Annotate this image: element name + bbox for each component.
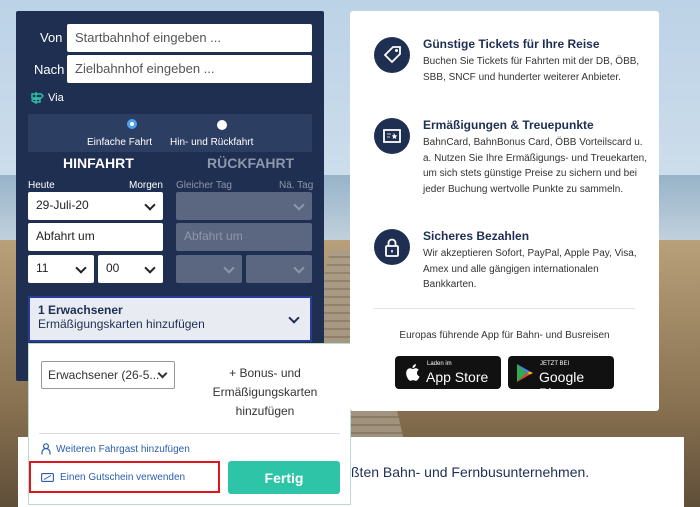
google-play-small-text: JETZT BEI — [540, 361, 570, 367]
today-link[interactable]: Heute — [28, 180, 55, 191]
divider — [39, 433, 340, 434]
chevron-down-icon — [223, 262, 235, 274]
feature-text: Buchen Sie Tickets für Fahrten mit der D… — [423, 56, 640, 83]
one-way-radio[interactable] — [127, 119, 137, 129]
divider — [374, 308, 635, 309]
trip-type-selector: Einfache Fahrt Hin- und Rückfahrt — [28, 114, 312, 152]
from-label: Von — [40, 30, 63, 45]
google-play-label: Google Play — [539, 369, 585, 401]
outbound-title: HINFAHRT — [63, 155, 134, 171]
tomorrow-link[interactable]: Morgen — [129, 180, 163, 191]
bottom-banner-text: ßten Bahn- und Fernbusunternehmen. — [351, 464, 590, 480]
chevron-down-icon — [144, 199, 156, 211]
to-label: Nach — [34, 62, 65, 77]
discount-card-icon — [374, 118, 410, 154]
use-voucher-link[interactable]: Einen Gutschein verwenden — [29, 461, 220, 493]
feature-text: BahnCard, BahnBonus Card, ÖBB Vorteilsca… — [423, 137, 648, 195]
return-minute-select — [246, 255, 312, 283]
same-day-link: Gleicher Tag — [176, 180, 232, 191]
ticket-tag-icon — [374, 37, 410, 73]
via-toggle[interactable]: Via — [30, 91, 64, 105]
outbound-minute-value: 00 — [106, 261, 120, 275]
outbound-minute-select[interactable]: 00 — [98, 255, 163, 283]
google-play-button[interactable]: JETZT BEI Google Play — [508, 356, 614, 401]
app-store-small-text: Laden im — [427, 361, 452, 367]
chevron-down-icon — [293, 262, 305, 274]
feature-title: Sicheres Bezahlen — [423, 229, 530, 243]
outbound-hour-value: 11 — [36, 261, 49, 275]
return-mode-value: Abfahrt um — [184, 229, 243, 243]
apple-icon — [406, 364, 420, 381]
from-station-input[interactable]: Startbahnhof eingeben ... — [67, 24, 312, 52]
passenger-type-select[interactable]: Erwachsener (26-5... — [41, 361, 175, 389]
done-button[interactable]: Fertig — [228, 461, 340, 494]
chevron-down-icon — [75, 262, 87, 274]
chevron-down-icon — [144, 262, 156, 274]
next-day-link: Nä. Tag — [279, 180, 314, 191]
return-hour-select — [176, 255, 242, 283]
app-caption: Europas führende App für Bahn- und Busre… — [399, 330, 610, 341]
outbound-date-select[interactable]: 29-Juli-20 — [28, 192, 163, 220]
outbound-date-value: 29-Juli-20 — [36, 198, 89, 212]
lock-icon — [374, 229, 410, 265]
round-trip-radio[interactable] — [217, 120, 227, 130]
outbound-departure-mode[interactable]: Abfahrt um — [28, 223, 163, 251]
feature-title: Ermäßigungen & Treuepunkte — [423, 118, 594, 132]
passenger-panel: Erwachsener (26-5... + Bonus- und Ermäßi… — [28, 343, 351, 505]
passenger-discount-hint: Ermäßigungskarten hinzufügen — [38, 317, 205, 331]
add-passenger-link[interactable]: Weiteren Fahrgast hinzufügen — [41, 443, 190, 455]
feature-discounts: Ermäßigungen & Treuepunkte BahnCard, Bah… — [374, 118, 647, 218]
feature-title: Günstige Tickets für Ihre Reise — [423, 37, 600, 51]
add-discount-card-link[interactable]: + Bonus- und Ermäßigungskarten hinzufüge… — [195, 364, 335, 421]
add-passenger-label: Weiteren Fahrgast hinzufügen — [56, 443, 190, 455]
voucher-icon — [41, 472, 54, 482]
outbound-hour-select[interactable]: 11 — [28, 255, 94, 283]
feature-text: Wir akzeptieren Sofort, PayPal, Apple Pa… — [423, 248, 637, 290]
return-departure-mode: Abfahrt um — [176, 223, 312, 251]
feature-cheap-tickets: Günstige Tickets für Ihre Reise Buchen S… — [374, 37, 644, 107]
google-play-icon — [517, 364, 533, 382]
app-store-button[interactable]: Laden im App Store — [395, 356, 501, 389]
app-store-label: App Store — [426, 369, 489, 385]
passenger-type-value: Erwachsener (26-5... — [48, 368, 160, 382]
chevron-down-icon — [293, 199, 305, 211]
passenger-count: 1 Erwachsener — [38, 303, 123, 317]
one-way-label[interactable]: Einfache Fahrt — [87, 137, 152, 148]
use-voucher-label: Einen Gutschein verwenden — [60, 471, 186, 483]
search-panel: Von Startbahnhof eingeben ... Nach Zielb… — [16, 11, 324, 381]
person-icon — [41, 443, 51, 455]
passenger-selector[interactable]: 1 Erwachsener Ermäßigungskarten hinzufüg… — [28, 296, 312, 342]
outbound-mode-value: Abfahrt um — [36, 229, 95, 243]
info-card: Günstige Tickets für Ihre Reise Buchen S… — [350, 11, 659, 411]
to-station-input[interactable]: Zielbahnhof eingeben ... — [67, 55, 312, 83]
feature-secure-payment: Sicheres Bezahlen Wir akzeptieren Sofort… — [374, 229, 644, 299]
round-trip-label[interactable]: Hin- und Rückfahrt — [170, 137, 253, 148]
signpost-icon — [30, 92, 44, 104]
return-title: RÜCKFAHRT — [207, 155, 295, 171]
via-label: Via — [48, 92, 64, 104]
return-date-select — [176, 192, 312, 220]
